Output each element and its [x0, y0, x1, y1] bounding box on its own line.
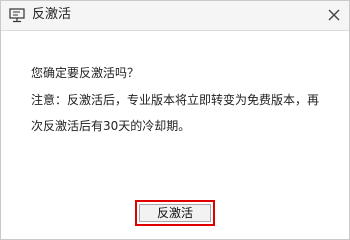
- confirm-question: 您确定要反激活吗？: [31, 66, 140, 80]
- deactivate-button[interactable]: 反激活: [139, 204, 211, 222]
- note-text-line-2: 次反激活后有30天的冷却期。: [31, 119, 191, 133]
- note-text-line-1: 注意：反激活后，专业版本将立即转变为免费版本，再: [31, 93, 320, 107]
- deactivate-dialog: 反激活 您确定要反激活吗？ 注意：反激活后，专业版本将立即转变为免费版本，再 次…: [0, 0, 350, 240]
- confirm-button-highlight: 反激活: [135, 200, 215, 226]
- title-bar: 反激活: [1, 1, 349, 31]
- monitor-icon: [9, 8, 25, 23]
- dialog-title: 反激活: [32, 7, 72, 22]
- close-icon[interactable]: [325, 6, 343, 24]
